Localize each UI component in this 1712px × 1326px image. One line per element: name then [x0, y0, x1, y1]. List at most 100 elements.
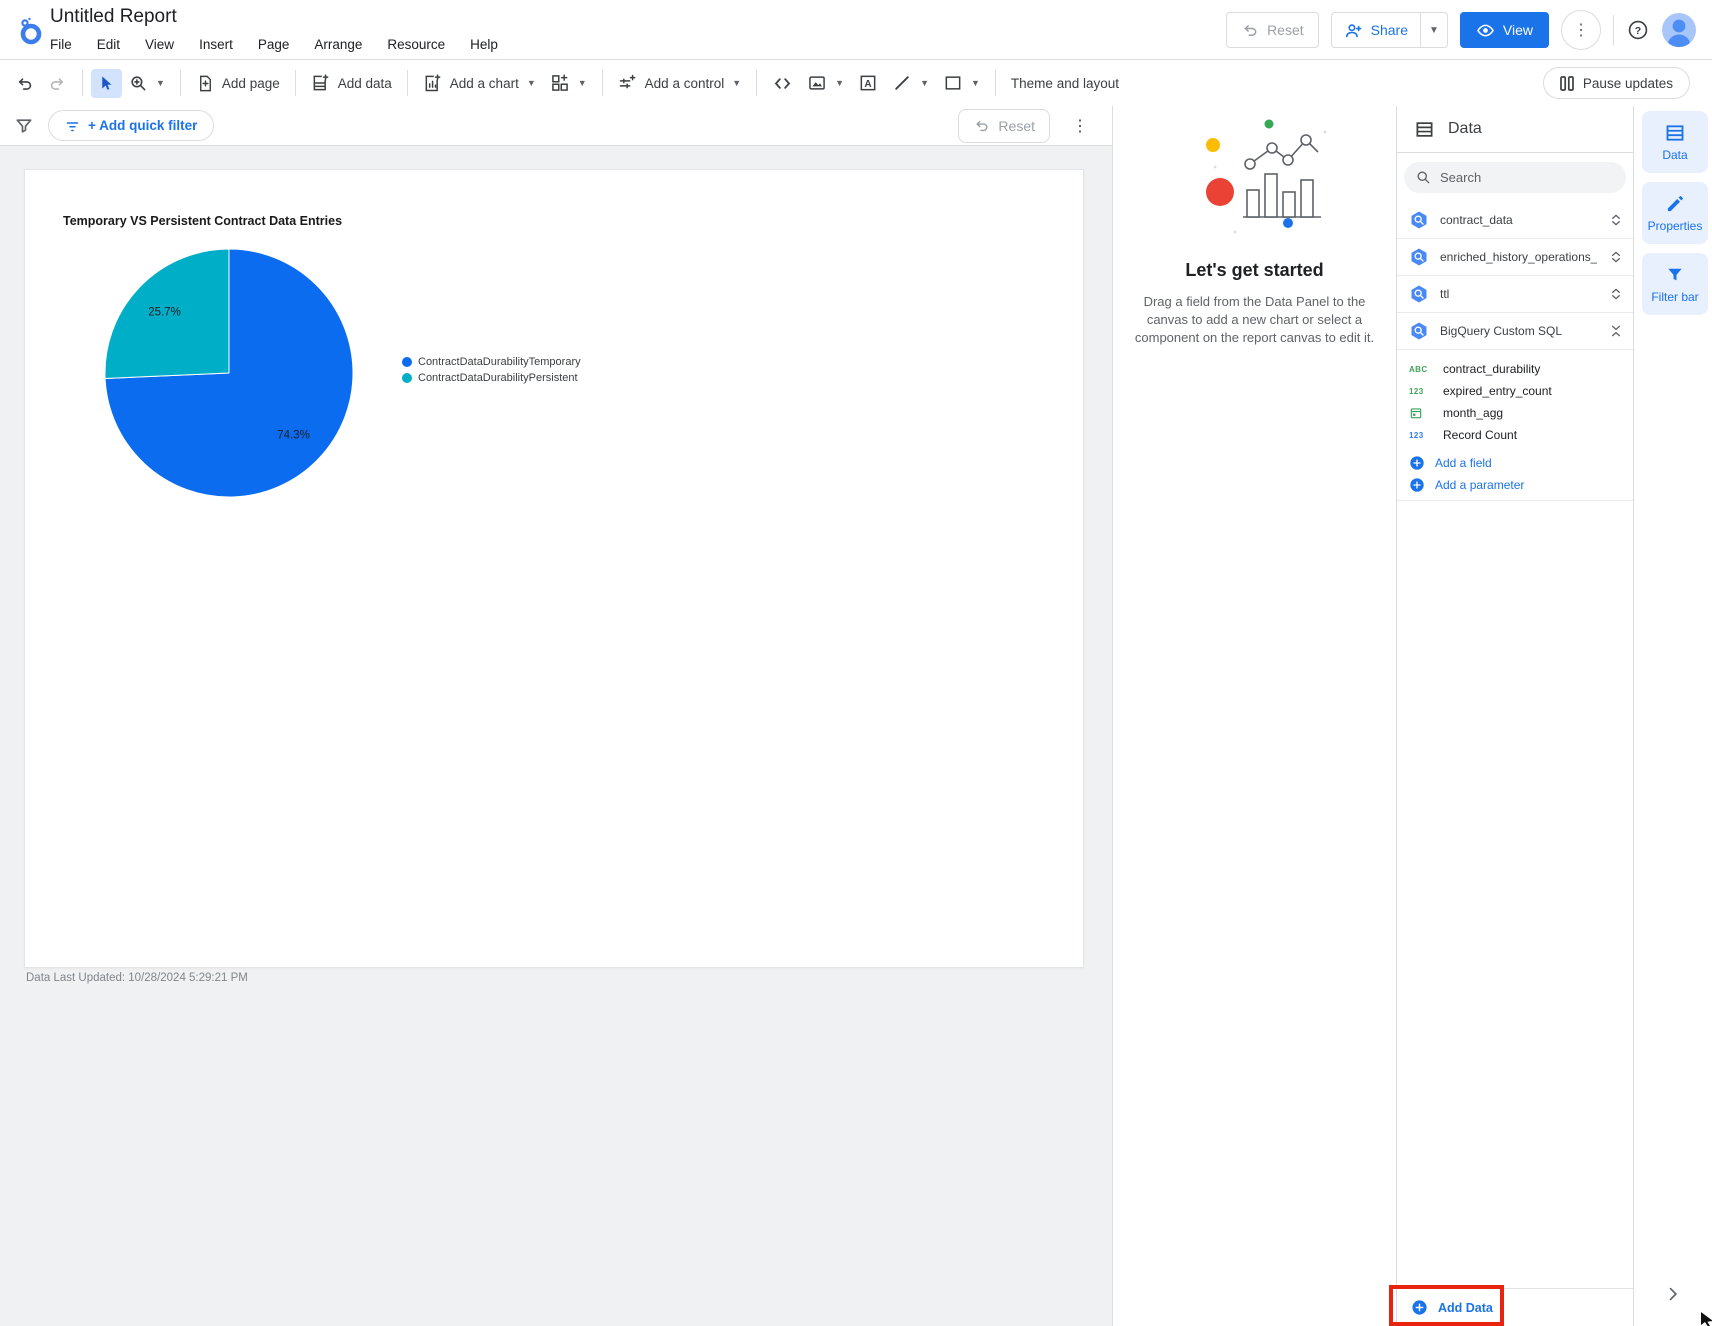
filter-reset-button[interactable]: Reset	[958, 108, 1050, 143]
getting-started-description: Drag a field from the Data Panel to the …	[1134, 294, 1375, 345]
bigquery-icon	[1409, 321, 1429, 341]
search-icon	[1416, 170, 1431, 185]
data-source-row-expanded[interactable]: BigQuery Custom SQL	[1397, 313, 1634, 350]
share-button-group: Share ▼	[1330, 12, 1448, 48]
pie-chart[interactable]: 74.3% 25.7%	[99, 243, 359, 503]
chevron-down-icon: ▼	[835, 78, 845, 88]
menu-edit[interactable]: Edit	[95, 35, 122, 54]
share-dropdown-button[interactable]: ▼	[1420, 13, 1447, 47]
zoom-tool[interactable]: ▼	[122, 68, 172, 99]
menu-arrange[interactable]: Arrange	[312, 35, 364, 54]
header-more-options-button[interactable]: ⋮	[1561, 10, 1601, 50]
svg-text:74.3%: 74.3%	[277, 430, 310, 442]
field-row[interactable]: ABC contract_durability	[1397, 358, 1634, 380]
eye-icon	[1476, 21, 1495, 40]
search-input[interactable]	[1440, 170, 1600, 185]
community-visualizations-button[interactable]: ▼	[543, 67, 594, 99]
insert-text-button[interactable]: A	[851, 67, 885, 99]
unfold-less-icon[interactable]	[1608, 323, 1624, 339]
menu-help[interactable]: Help	[468, 35, 500, 54]
metric-type-icon: 123	[1409, 430, 1424, 440]
share-button[interactable]: Share	[1332, 13, 1420, 47]
legend-item[interactable]: ContractDataDurabilityPersistent	[402, 372, 581, 384]
legend-dot-persistent	[402, 373, 412, 383]
data-last-updated-label: Data Last Updated: 10/28/2024 5:29:21 PM	[26, 972, 248, 984]
community-viz-icon	[550, 73, 570, 93]
menu-insert[interactable]: Insert	[197, 35, 235, 54]
filter-bar-more-options-button[interactable]: ⋮	[1066, 112, 1094, 140]
undo-button[interactable]	[8, 68, 41, 99]
embed-url-button[interactable]	[765, 67, 800, 100]
menu-view[interactable]: View	[143, 35, 176, 54]
unfold-more-icon[interactable]	[1608, 249, 1624, 265]
tab-properties[interactable]: Properties	[1642, 182, 1708, 244]
report-page[interactable]: Temporary VS Persistent Contract Data En…	[24, 169, 1084, 968]
chart-title: Temporary VS Persistent Contract Data En…	[63, 214, 343, 228]
pause-updates-button[interactable]: Pause updates	[1542, 67, 1690, 99]
add-a-field-button[interactable]: Add a field	[1397, 452, 1634, 474]
right-rail: Data Properties Filter bar	[1633, 106, 1712, 1326]
collapse-panel-chevron[interactable]	[1663, 1284, 1683, 1304]
data-source-row[interactable]: ttl	[1397, 276, 1634, 313]
date-type-icon	[1409, 406, 1433, 420]
plus-circle-icon	[1411, 1299, 1428, 1316]
add-data-button[interactable]: Add data	[304, 67, 399, 99]
help-button[interactable]: ?	[1626, 18, 1650, 42]
menu-page[interactable]: Page	[256, 35, 292, 54]
plus-circle-icon	[1409, 455, 1425, 471]
getting-started-title: Let's get started	[1185, 260, 1324, 280]
report-title[interactable]: Untitled Report	[50, 6, 177, 28]
data-panel-search[interactable]	[1404, 162, 1626, 193]
tab-data[interactable]: Data	[1642, 111, 1708, 173]
theme-and-layout-button[interactable]: Theme and layout	[1004, 70, 1126, 97]
mouse-cursor	[1700, 1312, 1712, 1326]
field-row[interactable]: 123 Record Count	[1397, 424, 1634, 446]
data-source-list: contract_data enriched_history_operation…	[1397, 202, 1634, 501]
data-source-row[interactable]: enriched_history_operations_sorob...	[1397, 239, 1634, 276]
add-a-parameter-button[interactable]: Add a parameter	[1397, 474, 1634, 496]
getting-started-panel: Let's get started Drag a field from the …	[1112, 106, 1396, 1326]
chevron-down-icon: ▼	[732, 78, 742, 88]
legend-item[interactable]: ContractDataDurabilityTemporary	[402, 356, 581, 368]
data-source-row[interactable]: contract_data	[1397, 202, 1634, 239]
redo-button[interactable]	[41, 68, 74, 99]
insert-shape-button[interactable]: ▼	[936, 67, 987, 99]
view-button[interactable]: View	[1459, 12, 1549, 48]
unfold-more-icon[interactable]	[1608, 286, 1624, 302]
chevron-down-icon: ▼	[577, 78, 587, 88]
data-panel-header: Data	[1397, 106, 1633, 153]
user-avatar[interactable]	[1662, 13, 1696, 47]
data-panel-title: Data	[1448, 120, 1482, 137]
text-type-icon: ABC	[1409, 364, 1428, 374]
select-cursor-tool[interactable]	[91, 68, 122, 98]
person-add-icon	[1344, 21, 1363, 40]
add-a-control-button[interactable]: Add a control ▼	[611, 67, 748, 99]
add-page-button[interactable]: Add page	[189, 68, 287, 99]
bigquery-icon	[1409, 247, 1429, 267]
pie-chart-svg: 74.3% 25.7%	[104, 248, 354, 498]
field-row[interactable]: 123 expired_entry_count	[1397, 380, 1634, 402]
chevron-down-icon: ▼	[156, 78, 165, 88]
looker-studio-logo-icon[interactable]	[16, 16, 46, 46]
add-a-chart-button[interactable]: Add a chart ▼	[416, 67, 543, 99]
field-row[interactable]: month_agg	[1397, 402, 1634, 424]
bigquery-icon	[1409, 210, 1429, 230]
cursor-icon	[98, 75, 115, 92]
plus-circle-icon	[1409, 477, 1425, 493]
image-icon	[807, 73, 827, 93]
svg-text:A: A	[864, 79, 871, 90]
header-divider	[1613, 15, 1614, 45]
menu-file[interactable]: File	[48, 35, 74, 54]
insert-image-button[interactable]: ▼	[800, 67, 851, 99]
add-data-button-bottom[interactable]: Add Data	[1397, 1288, 1634, 1326]
menu-resource[interactable]: Resource	[385, 35, 447, 54]
header-reset-button[interactable]: Reset	[1226, 12, 1319, 48]
svg-text:?: ?	[1635, 25, 1641, 37]
chevron-down-icon: ▼	[1429, 24, 1439, 36]
line-icon	[892, 73, 912, 93]
unfold-more-icon[interactable]	[1608, 212, 1624, 228]
add-quick-filter-button[interactable]: + Add quick filter	[48, 110, 215, 141]
insert-line-button[interactable]: ▼	[885, 67, 936, 99]
menu-bar: File Edit View Insert Page Arrange Resou…	[48, 35, 500, 54]
tab-filter-bar[interactable]: Filter bar	[1642, 253, 1708, 315]
